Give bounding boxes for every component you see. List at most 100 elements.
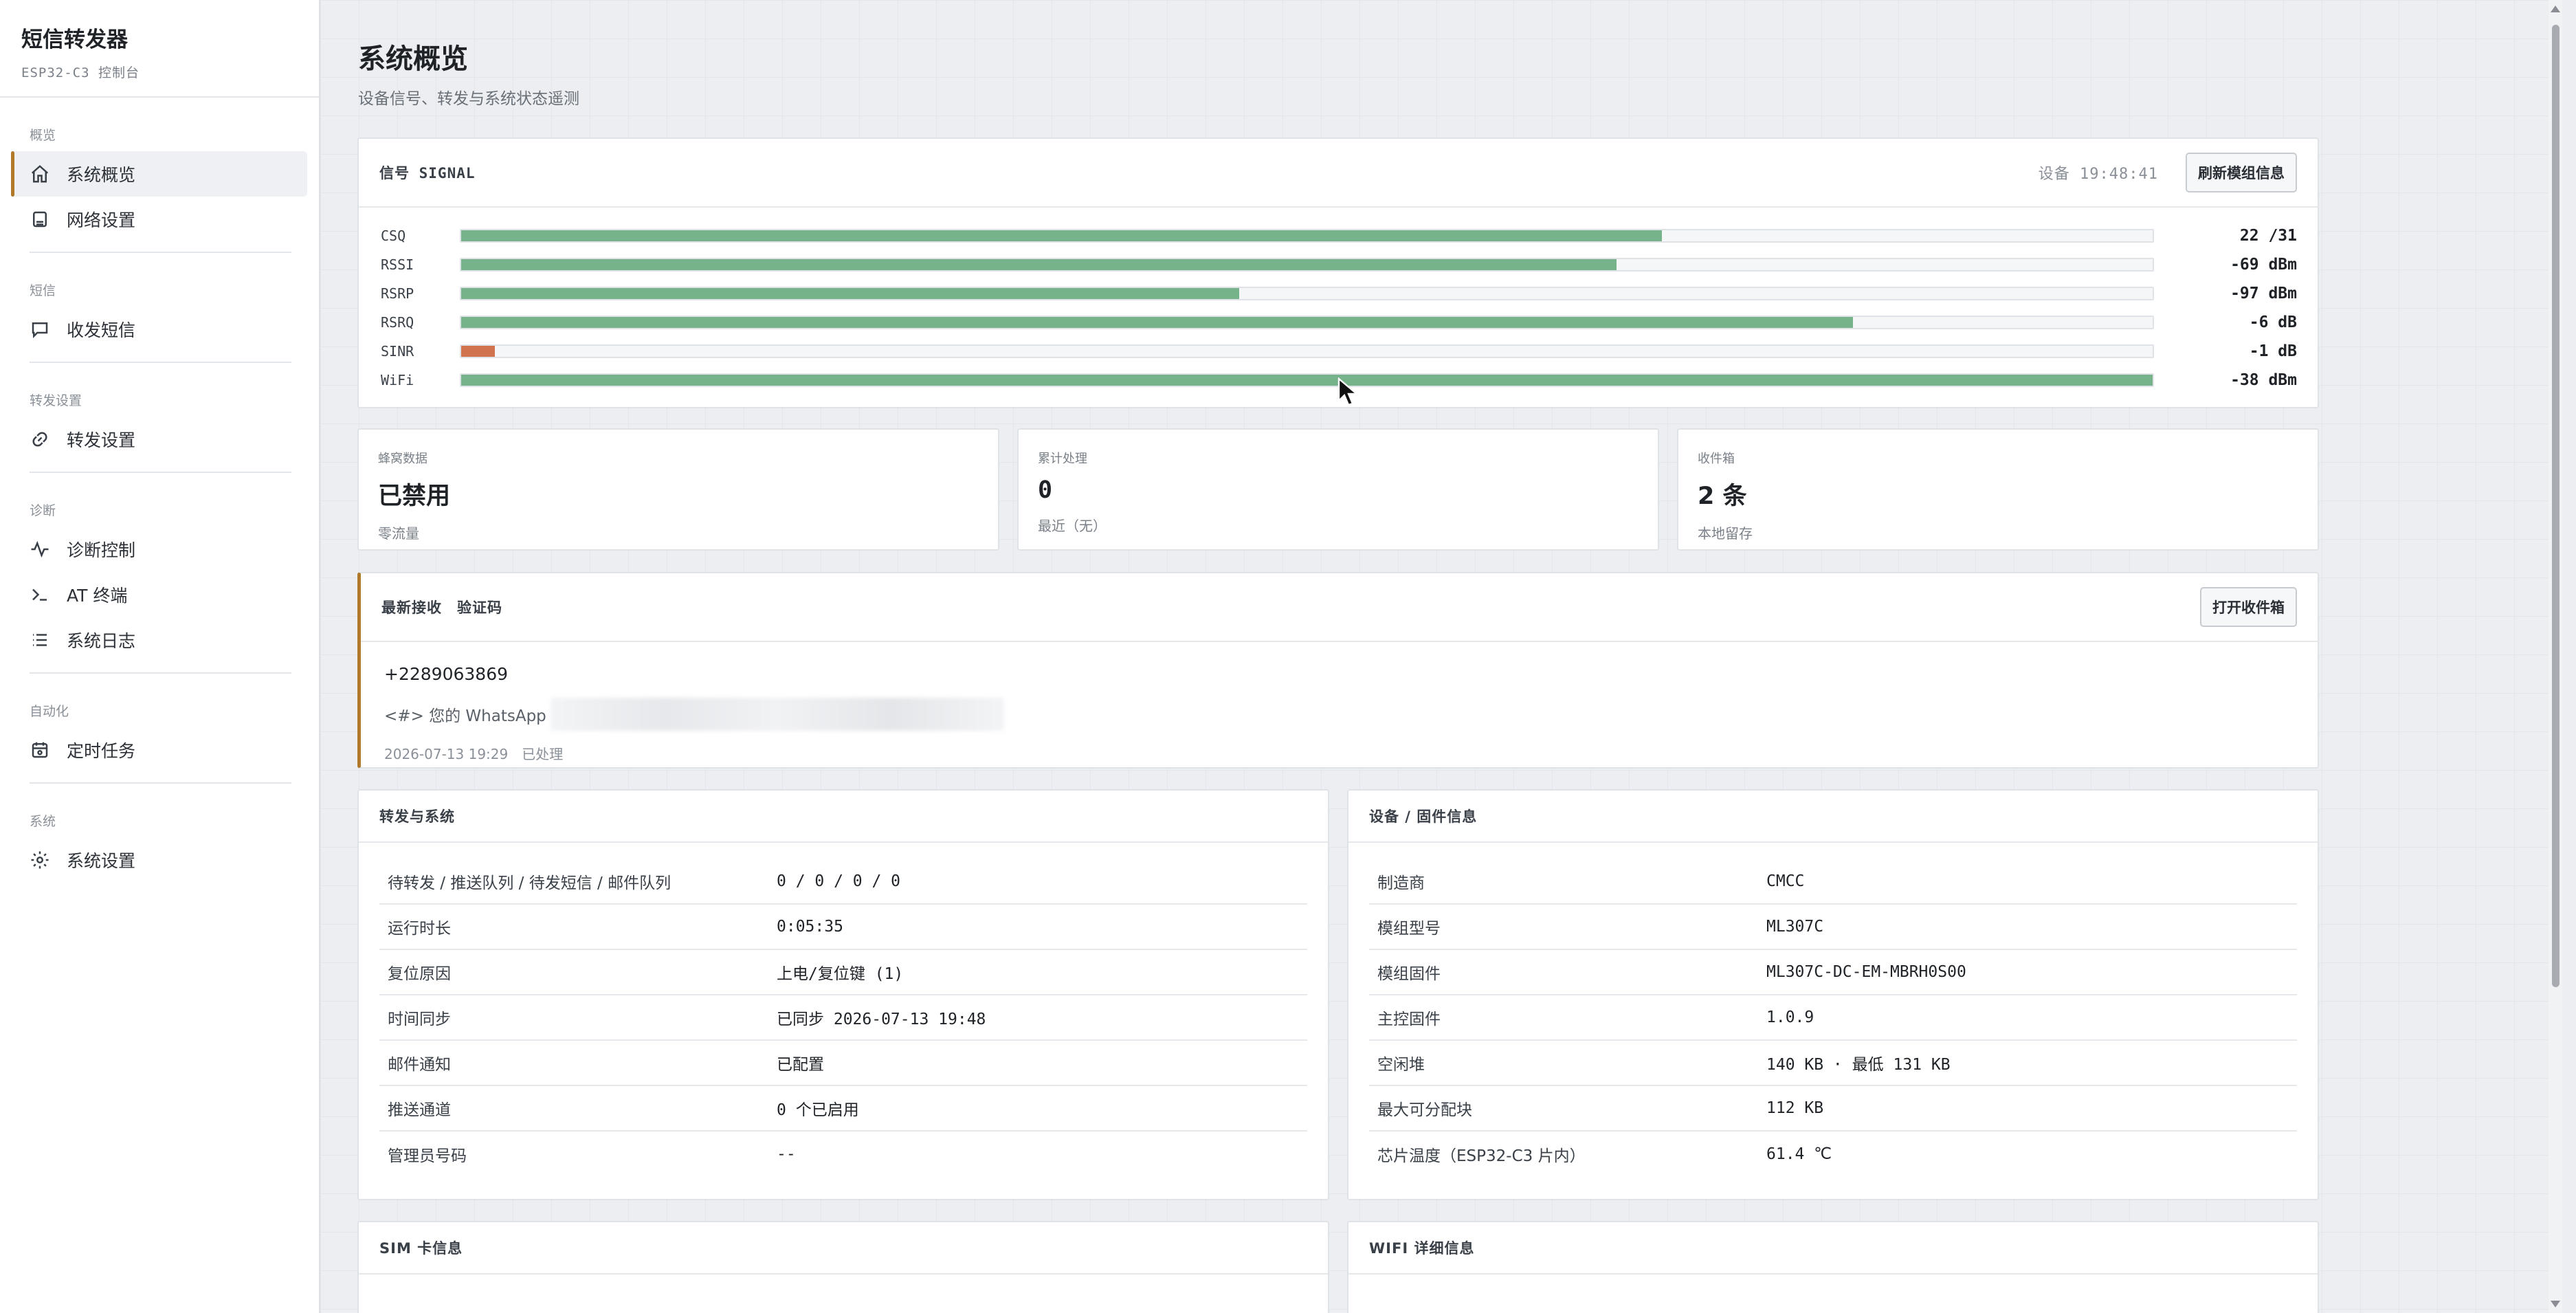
signal-value: 22 /31 [2239,227,2297,245]
stat-card-cellular: 蜂窝数据 已禁用 零流量 [357,428,999,551]
kv-value: 0 个已启用 [777,1101,859,1119]
kv-key: 管理员号码 [388,1147,467,1165]
signal-label: RSRQ [381,314,414,331]
device-time: 设备 19:48:41 [2038,166,2158,183]
signal-bar-track [460,316,2154,329]
sidebar-item-sms[interactable]: 收发短信 [11,307,307,352]
nav-group-label: 自动化 [30,704,69,719]
message-meta: 2026-07-13 19:29 已处理 [384,746,564,762]
brand-title: 短信转发器 [21,27,128,52]
link-icon [30,429,50,450]
brand-subtitle: ESP32-C3 控制台 [21,65,140,80]
kv-row: 待转发 / 推送队列 / 待发短信 / 邮件队列 0 / 0 / 0 / 0 [379,859,1307,905]
page-title: 系统概览 [358,43,468,75]
sidebar-item-label: 诊断控制 [67,540,136,560]
sidebar-item-schedule[interactable]: 定时任务 [11,727,307,773]
signal-row-rsrq: RSRQ -6 dB [381,308,2297,337]
signal-label: WiFi [381,372,414,388]
device-info-card: 设备 / 固件信息 制造商 CMCC 模组型号 ML307C 模组固件 ML307C-… [1347,789,2319,1200]
kv-key: 运行时长 [388,920,451,938]
stat-card-inbox: 收件箱 2 条 本地留存 [1677,428,2319,551]
signal-bar-track [460,373,2154,387]
main-content: 系统概览 设备信号、转发与系统状态遥测 信号 SIGNAL 设备 19:48:4… [320,0,2562,1313]
sidebar-item-forward[interactable]: 转发设置 [11,417,307,462]
signal-bar-fill [461,259,1617,270]
nav-divider [30,252,291,253]
latest-header: 最新接收 验证码 打开收件箱 [361,573,2318,642]
signal-row-csq: CSQ 22 /31 [381,221,2297,250]
kv-row: 芯片温度（ESP32-C3 片内） 61.4 ℃ [1369,1132,2297,1177]
kv-value: 112 KB [1766,1099,1824,1117]
mouse-cursor-icon [1337,377,1359,406]
sidebar-item-label: AT 终端 [67,586,128,606]
signal-value: -69 dBm [2230,256,2297,274]
scrollbar-thumb[interactable] [2552,25,2560,987]
signal-bar-track [460,287,2154,300]
sidebar-item-label: 系统设置 [67,851,136,871]
kv-value: 已配置 [777,1056,824,1074]
page-scrollbar[interactable] [2549,0,2562,1313]
kv-key: 制造商 [1377,874,1425,892]
signal-bar-fill [461,346,496,357]
nav-group-label: 短信 [30,283,56,298]
latest-message[interactable]: +2289063869 <#> 您的 WhatsApp 2026-07-13 1… [361,642,2318,785]
kv-value: 61.4 ℃ [1766,1145,1832,1163]
signal-label: RSRP [381,285,414,302]
signal-value: -97 dBm [2230,285,2297,302]
sidebar-item-settings[interactable]: 系统设置 [11,837,307,883]
nav-divider [30,472,291,473]
kv-row: 模组固件 ML307C-DC-EM-MBRH0S00 [1369,950,2297,995]
kv-value: 0 / 0 / 0 / 0 [777,872,901,890]
open-inbox-button[interactable]: 打开收件箱 [2200,587,2297,627]
sidebar-item-at-terminal[interactable]: AT 终端 [11,572,307,617]
signal-label: CSQ [381,228,406,244]
wifi-detail-card: WIFI 详细信息 [1347,1221,2319,1313]
stat-note: 本地留存 [1698,525,1753,542]
kv-key: 芯片温度（ESP32-C3 片内） [1377,1147,1586,1165]
kv-key: 模组型号 [1377,920,1441,938]
stat-label: 累计处理 [1038,452,1087,466]
signal-row-sinr: SINR -1 dB [381,337,2297,366]
kv-row: 推送通道 0 个已启用 [379,1086,1307,1132]
stat-note: 零流量 [378,525,419,542]
kv-value: 1.0.9 [1766,1008,1814,1026]
signal-value: -6 dB [2249,313,2297,331]
signal-value: -1 dB [2249,342,2297,360]
wifi-detail-title: WIFI 详细信息 [1369,1240,1475,1257]
wifi-detail-header: WIFI 详细信息 [1348,1222,2318,1275]
stat-value: 2 条 [1698,483,1747,510]
refresh-module-button[interactable]: 刷新模组信息 [2186,153,2297,192]
list-icon [30,630,50,650]
terminal-icon [30,584,50,605]
signal-bar-fill [461,230,1663,241]
kv-row: 模组型号 ML307C [1369,905,2297,950]
signal-header: 信号 SIGNAL 设备 19:48:41 刷新模组信息 [359,139,2318,208]
signal-row-rsrp: RSRP -97 dBm [381,279,2297,308]
message-preview: <#> 您的 WhatsApp [384,698,2294,731]
sidebar-item-logs[interactable]: 系统日志 [11,617,307,663]
message-icon [30,319,50,340]
device-info-title: 设备 / 固件信息 [1369,808,1478,825]
nav-group-label: 转发设置 [30,393,82,408]
scroll-down-arrow-icon[interactable] [2551,1301,2560,1308]
sim-title: SIM 卡信息 [379,1240,463,1257]
sidebar-item-diagnostics[interactable]: 诊断控制 [11,527,307,572]
stat-value: 已禁用 [378,483,451,510]
stat-note: 最近（无） [1038,518,1107,534]
kv-value: 140 KB · 最低 131 KB [1766,1056,1951,1074]
sidebar-item-label: 定时任务 [67,741,136,761]
stat-value: 0 [1038,476,1053,504]
sidebar-item-label: 系统日志 [67,631,136,651]
nav-group-label: 系统 [30,814,56,829]
stat-label: 蜂窝数据 [378,452,428,466]
scroll-up-arrow-icon[interactable] [2551,5,2560,12]
signal-card: 信号 SIGNAL 设备 19:48:41 刷新模组信息 CSQ 22 /31 … [357,137,2319,408]
signal-rows: CSQ 22 /31 RSSI -69 dBm RSRP -97 dBm RSR… [359,208,2318,395]
signal-bar-track [460,344,2154,358]
signal-bar-fill [461,375,2153,386]
sidebar-item-overview[interactable]: 系统概览 [11,151,307,197]
brand: 短信转发器 ESP32-C3 控制台 [0,0,319,98]
kv-value: ML307C-DC-EM-MBRH0S00 [1766,963,1966,981]
sidebar-item-network[interactable]: 网络设置 [11,197,307,242]
kv-row: 空闲堆 140 KB · 最低 131 KB [1369,1041,2297,1086]
